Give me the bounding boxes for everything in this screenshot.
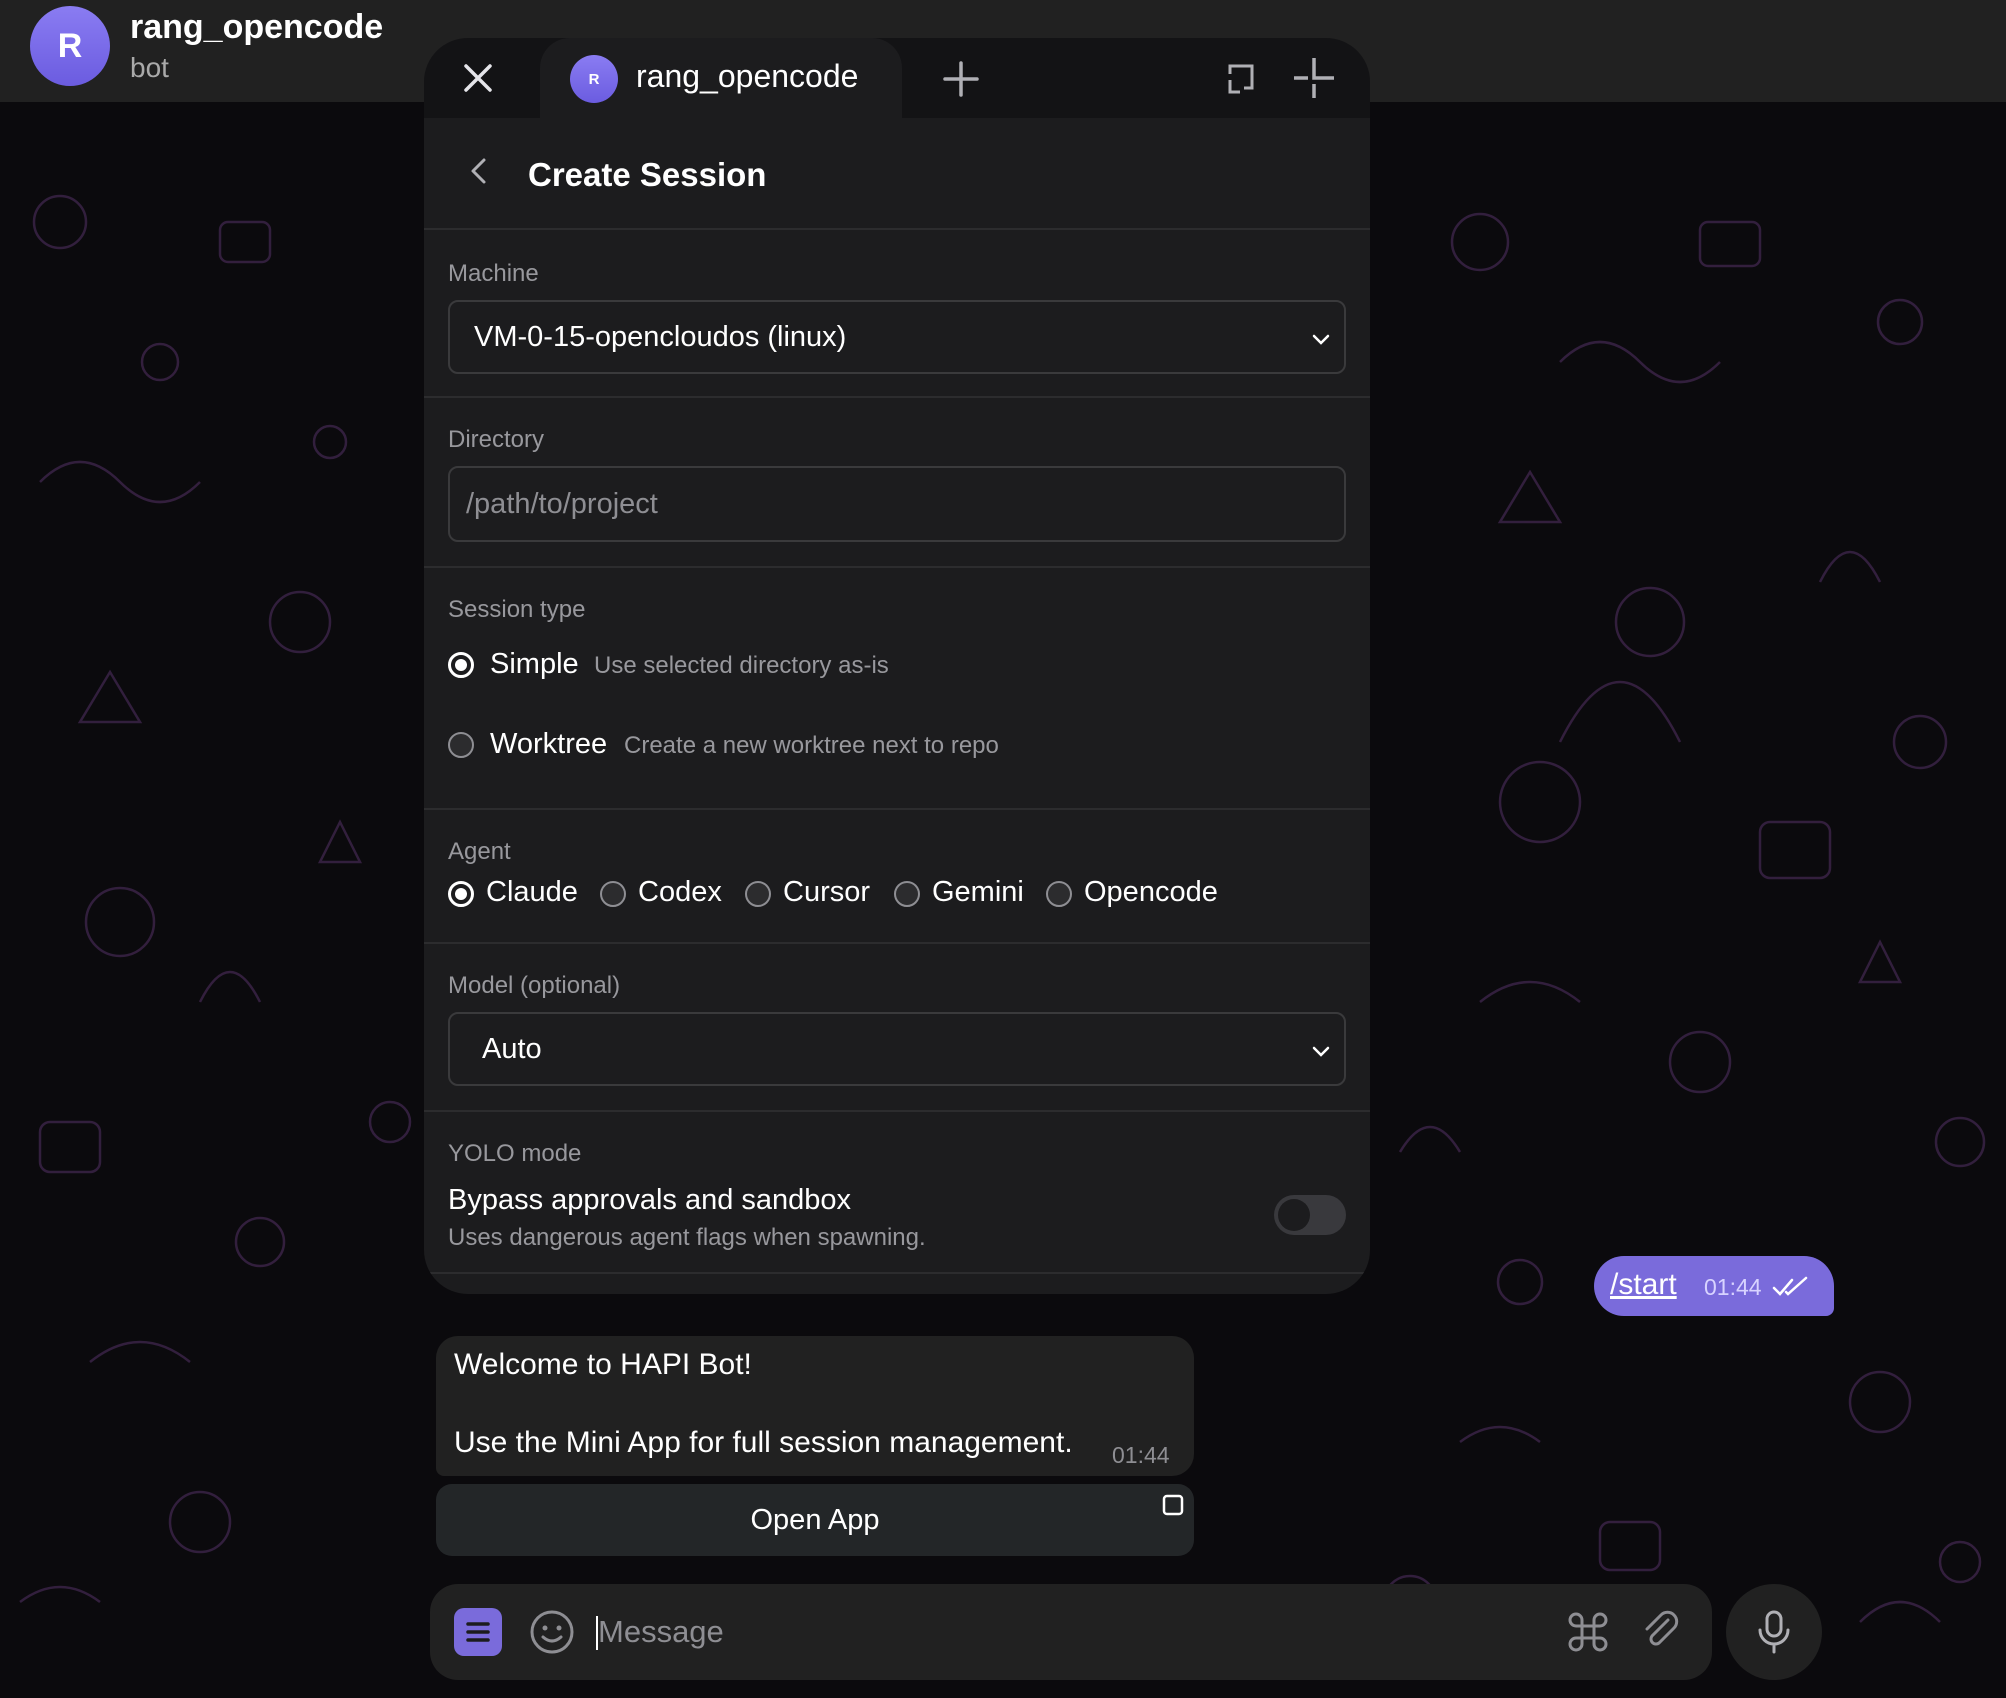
page-header: Create Session <box>424 118 1370 230</box>
incoming-message: Welcome to HAPI Bot! Use the Mini App fo… <box>436 1336 1194 1476</box>
radio-codex[interactable] <box>600 881 626 907</box>
yolo-description: Uses dangerous agent flags when spawning… <box>448 1224 926 1251</box>
voice-record-button[interactable] <box>1726 1584 1822 1680</box>
agent-label: Agent <box>448 838 511 865</box>
chevron-down-icon <box>1312 334 1330 345</box>
yolo-label: YOLO mode <box>448 1140 582 1167</box>
window-icon <box>1162 1494 1184 1516</box>
tab-avatar: R <box>570 55 618 103</box>
agent-cursor-label: Cursor <box>783 876 871 908</box>
create-session-page: Create Session Machine VM-0-15-opencloud… <box>424 118 1370 1294</box>
radio-cursor[interactable] <box>745 881 771 907</box>
option-simple-name: Simple <box>490 648 579 680</box>
open-app-button[interactable]: Open App <box>436 1484 1194 1556</box>
yolo-toggle[interactable] <box>1274 1195 1346 1235</box>
directory-field[interactable] <box>448 466 1346 542</box>
agent-gemini-label: Gemini <box>932 876 1024 908</box>
model-section: Model (optional) Auto <box>424 944 1370 1112</box>
machine-select-value: VM-0-15-opencloudos (linux) <box>474 321 847 353</box>
session-type-label: Session type <box>448 596 586 623</box>
mini-app-tab[interactable]: R rang_opencode <box>540 38 902 118</box>
agent-claude-label: Claude <box>486 876 578 908</box>
message-line-2: Use the Mini App for full session manage… <box>454 1426 1073 1459</box>
machine-label: Machine <box>448 260 539 287</box>
start-command-link[interactable]: /start <box>1610 1268 1677 1302</box>
menu-icon <box>466 1622 490 1642</box>
chat-title[interactable]: rang_opencode <box>130 8 383 47</box>
paperclip-icon[interactable] <box>1638 1608 1684 1654</box>
chat-subtitle: bot <box>130 52 169 83</box>
radio-simple[interactable] <box>448 652 474 678</box>
machine-select[interactable]: VM-0-15-opencloudos (linux) <box>448 300 1346 374</box>
emoji-icon[interactable] <box>528 1608 576 1656</box>
plus-icon[interactable] <box>942 60 980 98</box>
directory-label: Directory <box>448 426 545 453</box>
mini-app-panel: R rang_opencode Create Session Machine V… <box>424 38 1370 1294</box>
agent-section: Agent Claude Codex Cursor Gemini Opencod… <box>424 810 1370 944</box>
agent-opencode-label: Opencode <box>1084 876 1218 908</box>
minimize-icon[interactable] <box>1292 56 1336 100</box>
radio-opencode[interactable] <box>1046 881 1072 907</box>
radio-gemini[interactable] <box>894 881 920 907</box>
double-check-icon <box>1772 1276 1808 1296</box>
message-time: 01:44 <box>1704 1274 1762 1300</box>
message-time: 01:44 <box>1112 1442 1170 1468</box>
page-title: Create Session <box>528 156 767 193</box>
radio-worktree[interactable] <box>448 732 474 758</box>
bot-avatar[interactable]: R <box>30 6 110 86</box>
session-type-section: Session type Simple Use selected directo… <box>424 568 1370 810</box>
back-chevron-icon[interactable] <box>464 156 494 186</box>
mini-app-tabbar: R rang_opencode <box>424 38 1370 118</box>
model-select[interactable]: Auto <box>448 1012 1346 1086</box>
close-icon[interactable] <box>460 60 496 96</box>
yolo-title: Bypass approvals and sandbox <box>448 1184 852 1216</box>
message-input[interactable]: Message <box>598 1614 724 1650</box>
radio-claude[interactable] <box>448 881 474 907</box>
message-composer: Message <box>430 1584 1712 1680</box>
model-select-value: Auto <box>482 1033 542 1065</box>
tab-title: rang_opencode <box>636 58 859 94</box>
microphone-icon <box>1758 1610 1790 1654</box>
option-simple-desc: Use selected directory as-is <box>594 652 889 679</box>
option-worktree-name: Worktree <box>490 728 608 760</box>
directory-input[interactable] <box>466 468 1326 540</box>
yolo-section: YOLO mode Bypass approvals and sandbox U… <box>424 1112 1370 1274</box>
expand-icon[interactable] <box>1226 62 1260 96</box>
bot-menu-button[interactable] <box>454 1608 502 1656</box>
option-worktree-desc: Create a new worktree next to repo <box>624 732 999 759</box>
machine-section: Machine VM-0-15-opencloudos (linux) <box>424 230 1370 398</box>
outgoing-message: /start 01:44 <box>1594 1256 1834 1316</box>
agent-codex-label: Codex <box>638 876 722 908</box>
chevron-down-icon <box>1312 1046 1330 1057</box>
directory-section: Directory <box>424 398 1370 568</box>
open-app-label: Open App <box>750 1504 880 1536</box>
command-icon[interactable] <box>1564 1608 1612 1656</box>
toggle-knob <box>1278 1199 1310 1231</box>
model-label: Model (optional) <box>448 972 621 999</box>
message-line-1: Welcome to HAPI Bot! <box>454 1348 752 1381</box>
